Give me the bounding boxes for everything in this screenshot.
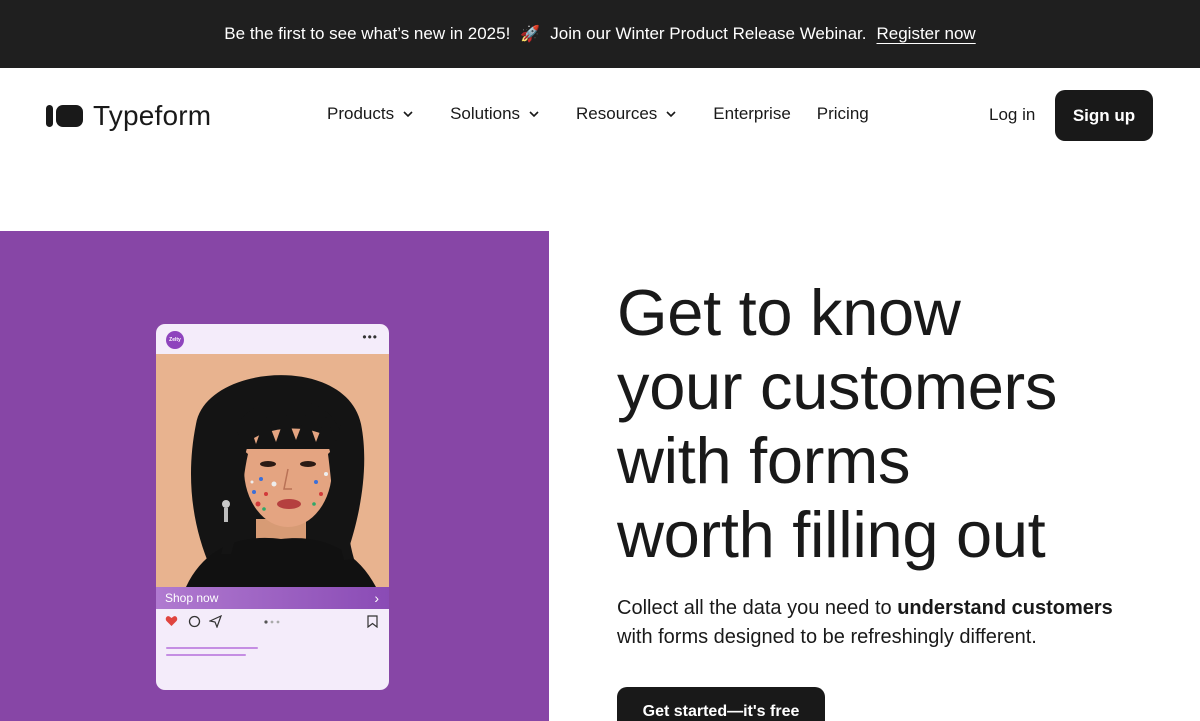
brand-avatar: Zelty <box>166 331 184 349</box>
hero-headline: Get to know your customers with forms wo… <box>617 276 1177 572</box>
shop-now-label: Shop now <box>165 591 219 605</box>
bookmark-icon[interactable] <box>367 615 378 628</box>
chevron-down-icon <box>529 111 539 118</box>
nav-menu: Products Solutions Resources Enterprise … <box>327 104 895 124</box>
chevron-right-icon: › <box>374 590 379 606</box>
subtext-bold: understand customers <box>897 597 1113 619</box>
typeform-logo[interactable]: Typeform <box>46 100 211 132</box>
nav-item-label: Enterprise <box>713 104 791 123</box>
get-started-button[interactable]: Get started—it's free <box>617 687 825 721</box>
shop-now-bar[interactable]: Shop now › <box>156 587 389 609</box>
comment-icon[interactable] <box>188 615 201 628</box>
announcement-text-2: Join our Winter Product Release Webinar. <box>550 24 867 43</box>
nav-item-solutions[interactable]: Solutions <box>450 104 540 124</box>
more-options-icon: ••• <box>362 330 378 344</box>
nav-item-label: Resources <box>576 104 658 123</box>
nav-item-enterprise[interactable]: Enterprise <box>713 104 790 124</box>
nav-item-products[interactable]: Products <box>327 104 414 124</box>
subtext-part: with forms designed to be refreshingly d… <box>617 626 1037 648</box>
card-header: Zelty ••• <box>156 324 389 354</box>
signup-button[interactable]: Sign up <box>1055 90 1153 141</box>
main-nav: Typeform Products Solutions Resources En… <box>0 68 1200 163</box>
post-actions <box>156 614 389 630</box>
announcement-bar: Be the first to see what’s new in 2025! … <box>0 0 1200 68</box>
chevron-down-icon <box>666 111 676 118</box>
caption-placeholder-line <box>166 647 258 649</box>
chevron-down-icon <box>403 111 413 118</box>
heart-icon[interactable] <box>165 615 178 627</box>
nav-item-label: Solutions <box>450 104 521 123</box>
send-icon[interactable] <box>209 615 222 628</box>
caption-placeholder-line <box>166 654 246 656</box>
nav-item-resources[interactable]: Resources <box>576 104 677 124</box>
headline-line: worth filling out <box>617 498 1046 571</box>
announcement-text: Be the first to see what’s new in 2025! <box>224 24 511 43</box>
portrait-image <box>156 354 389 587</box>
carousel-dots-icon <box>264 620 280 624</box>
logo-text: Typeform <box>93 100 212 131</box>
hero-visual-panel: Zelty ••• Shop now › <box>0 231 549 721</box>
nav-item-pricing[interactable]: Pricing <box>817 104 869 124</box>
social-post-card: Zelty ••• Shop now › <box>156 324 389 690</box>
headline-line: with forms <box>617 424 911 497</box>
typeform-logo-icon <box>46 105 83 127</box>
rocket-icon: 🚀 <box>520 26 541 43</box>
subtext-part: Collect all the data you need to <box>617 597 898 619</box>
portrait-illustration <box>156 354 389 587</box>
login-link[interactable]: Log in <box>989 105 1035 125</box>
nav-item-label: Products <box>327 104 395 123</box>
headline-line: your customers <box>617 350 1058 423</box>
hero-subtext: Collect all the data you need to underst… <box>617 594 1177 652</box>
nav-item-label: Pricing <box>816 104 869 123</box>
register-now-link[interactable]: Register now <box>876 24 975 44</box>
headline-line: Get to know <box>617 276 961 349</box>
